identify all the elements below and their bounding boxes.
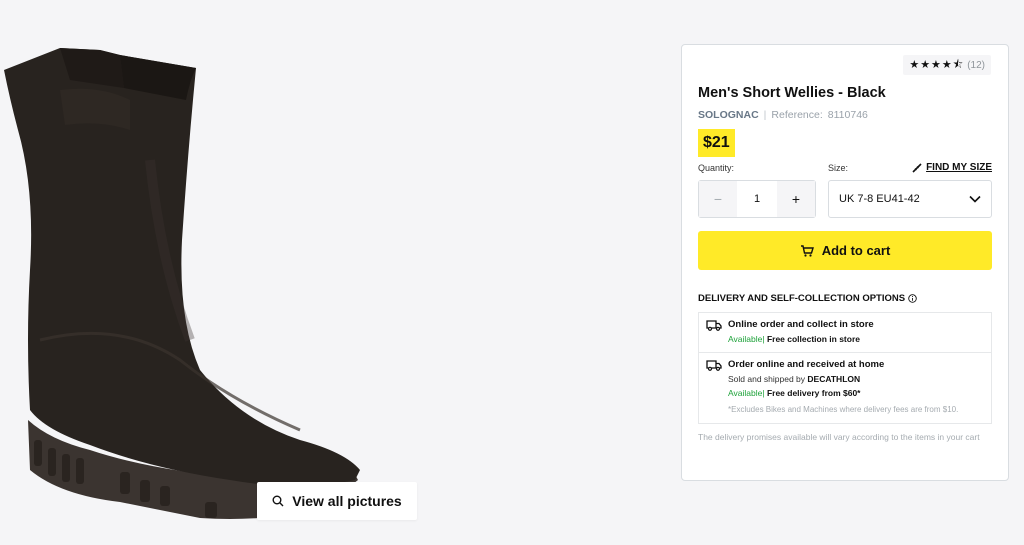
product-image[interactable] [0, 40, 380, 530]
truck-icon [706, 320, 722, 331]
quantity-increase-button[interactable]: + [777, 181, 815, 217]
cart-icon [800, 244, 814, 257]
sold-by-line: Sold and shipped by DECATHLON [728, 374, 983, 384]
delivery-option-home-delivery: Order online and received at home Sold a… [698, 352, 992, 424]
size-label: Size: [828, 163, 849, 173]
brand-row: SOLOGNAC | Reference: 8110746 [698, 109, 868, 121]
availability-status: Available| [728, 388, 765, 398]
ruler-icon [912, 162, 922, 173]
availability-status: Available| [728, 334, 765, 344]
find-my-size-link[interactable]: FIND MY SIZE [912, 162, 992, 173]
product-gallery: View all pictures [0, 0, 660, 545]
rating-badge[interactable]: ★★★★⯪ (12) [903, 55, 991, 75]
delivery-option-availability: Available| Free collection in store [728, 334, 983, 344]
product-title: Men's Short Wellies - Black [698, 85, 886, 101]
product-panel: ★★★★⯪ (12) Men's Short Wellies - Black S… [681, 44, 1009, 481]
sold-by-name: DECATHLON [807, 374, 861, 384]
quantity-decrease-button[interactable]: − [699, 181, 737, 217]
search-icon [272, 495, 284, 507]
price-tag: $21 [698, 129, 735, 157]
add-to-cart-button[interactable]: Add to cart [698, 231, 992, 270]
info-icon[interactable] [908, 294, 917, 303]
delivery-option-availability: Available| Free delivery from $60* [728, 388, 983, 398]
brand-link[interactable]: SOLOGNAC [698, 109, 759, 121]
delivery-fee-note: *Excludes Bikes and Machines where deliv… [728, 405, 959, 414]
availability-detail: Free collection in store [766, 334, 860, 344]
quantity-label: Quantity: [698, 163, 735, 173]
chevron-down-icon [969, 195, 981, 203]
add-to-cart-label: Add to cart [821, 243, 891, 258]
sold-by-prefix: Sold and shipped by [728, 374, 806, 384]
delivery-promise-note: The delivery promises available will var… [698, 432, 980, 442]
review-count: (12) [967, 59, 985, 71]
reference-value: 8110746 [827, 109, 868, 121]
view-all-pictures-button[interactable]: View all pictures [257, 482, 417, 520]
delivery-option-collect-in-store: Online order and collect in store Availa… [698, 312, 992, 353]
size-select[interactable]: UK 7-8 EU41-42 [828, 180, 992, 218]
truck-icon [706, 360, 722, 371]
rating-stars: ★★★★⯪ [909, 58, 965, 71]
find-my-size-label: FIND MY SIZE [926, 162, 992, 173]
availability-detail: Free delivery from $60* [766, 388, 861, 398]
delivery-options-title: DELIVERY AND SELF-COLLECTION OPTIONS [698, 293, 906, 304]
delivery-option-title: Order online and received at home [728, 359, 885, 370]
delivery-option-title: Online order and collect in store [728, 319, 874, 330]
brand-separator: | [763, 109, 767, 121]
quantity-stepper: − 1 + [698, 180, 816, 218]
reference-label: Reference: [771, 109, 823, 121]
quantity-value[interactable]: 1 [737, 193, 777, 205]
view-all-pictures-label: View all pictures [292, 493, 402, 509]
delivery-options-heading: DELIVERY AND SELF-COLLECTION OPTIONS [698, 293, 917, 304]
size-selected-value: UK 7-8 EU41-42 [839, 193, 920, 205]
